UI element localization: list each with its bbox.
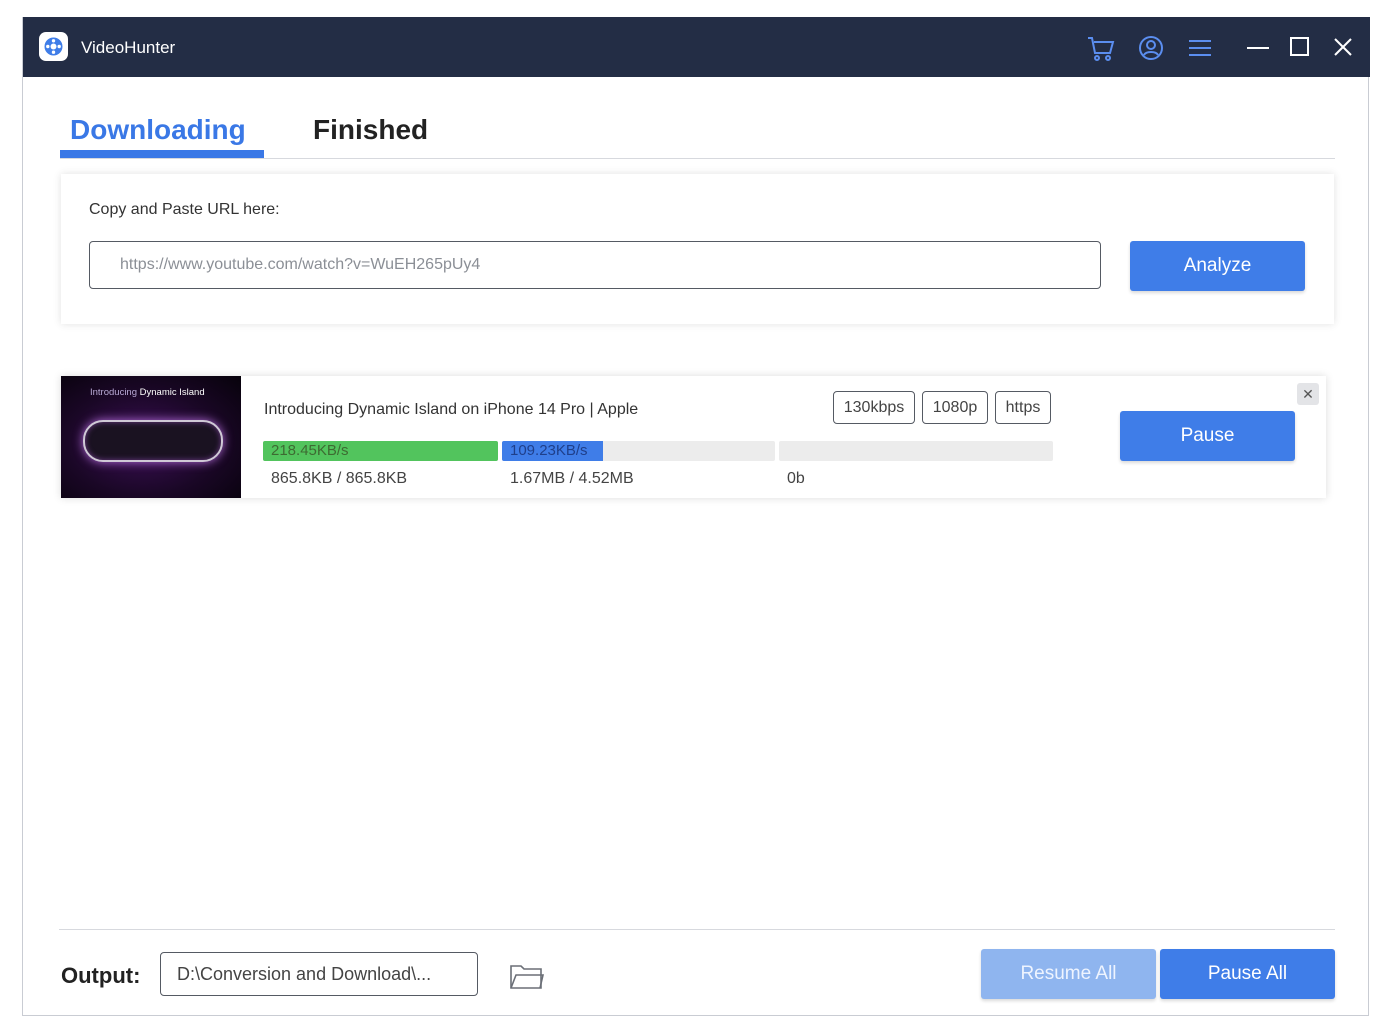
video-size: 1.67MB / 4.52MB (510, 470, 634, 487)
audio-progress-bar: 218.45KB/s (263, 441, 498, 461)
pause-button[interactable]: Pause (1120, 411, 1295, 461)
active-tab-indicator (60, 150, 264, 158)
menu-icon[interactable] (1185, 33, 1215, 63)
dynamic-island-graphic (83, 420, 223, 462)
tab-downloading[interactable]: Downloading (70, 114, 246, 146)
account-icon[interactable] (1136, 33, 1166, 63)
video-speed: 109.23KB/s (510, 442, 588, 459)
resume-all-button[interactable]: Resume All (981, 949, 1156, 999)
output-label: Output: (61, 963, 141, 988)
minimize-icon[interactable] (1243, 33, 1273, 63)
tab-finished[interactable]: Finished (313, 114, 428, 146)
remove-item-icon[interactable]: ✕ (1297, 383, 1319, 405)
output-path-field[interactable]: D:\Conversion and Download\... (160, 952, 478, 996)
protocol-badge: https (995, 391, 1051, 424)
video-progress-bar: 109.23KB/s (502, 441, 775, 461)
resolution-badge: 1080p (922, 391, 988, 424)
maximize-icon[interactable] (1285, 33, 1315, 63)
analyze-button[interactable]: Analyze (1130, 241, 1305, 291)
audio-speed: 218.45KB/s (271, 442, 349, 459)
footer-divider (59, 929, 1335, 930)
merge-progress-bar (779, 441, 1053, 461)
audio-size: 865.8KB / 865.8KB (271, 470, 408, 487)
url-label: Copy and Paste URL here: (89, 201, 280, 218)
tab-bar: Downloading Finished (60, 94, 1335, 159)
url-panel: Copy and Paste URL here: Analyze (61, 174, 1334, 324)
app-logo-icon (39, 32, 68, 61)
video-thumbnail: Introducing Dynamic Island (61, 376, 241, 498)
merge-size: 0b (787, 470, 805, 487)
url-input[interactable] (89, 241, 1101, 289)
folder-icon[interactable] (509, 962, 545, 992)
pause-all-button[interactable]: Pause All (1160, 949, 1335, 999)
bitrate-badge: 130kbps (833, 391, 915, 424)
video-title: Introducing Dynamic Island on iPhone 14 … (264, 401, 639, 418)
cart-icon[interactable] (1086, 33, 1116, 63)
app-window: VideoHunter Downloading Finished Copy an… (22, 17, 1370, 1016)
thumbnail-caption: Introducing Dynamic Island (90, 387, 205, 398)
download-item: Introducing Dynamic Island Introducing D… (61, 376, 1326, 498)
app-title: VideoHunter (81, 38, 176, 57)
title-bar: VideoHunter (23, 17, 1370, 77)
close-icon[interactable] (1328, 33, 1358, 63)
